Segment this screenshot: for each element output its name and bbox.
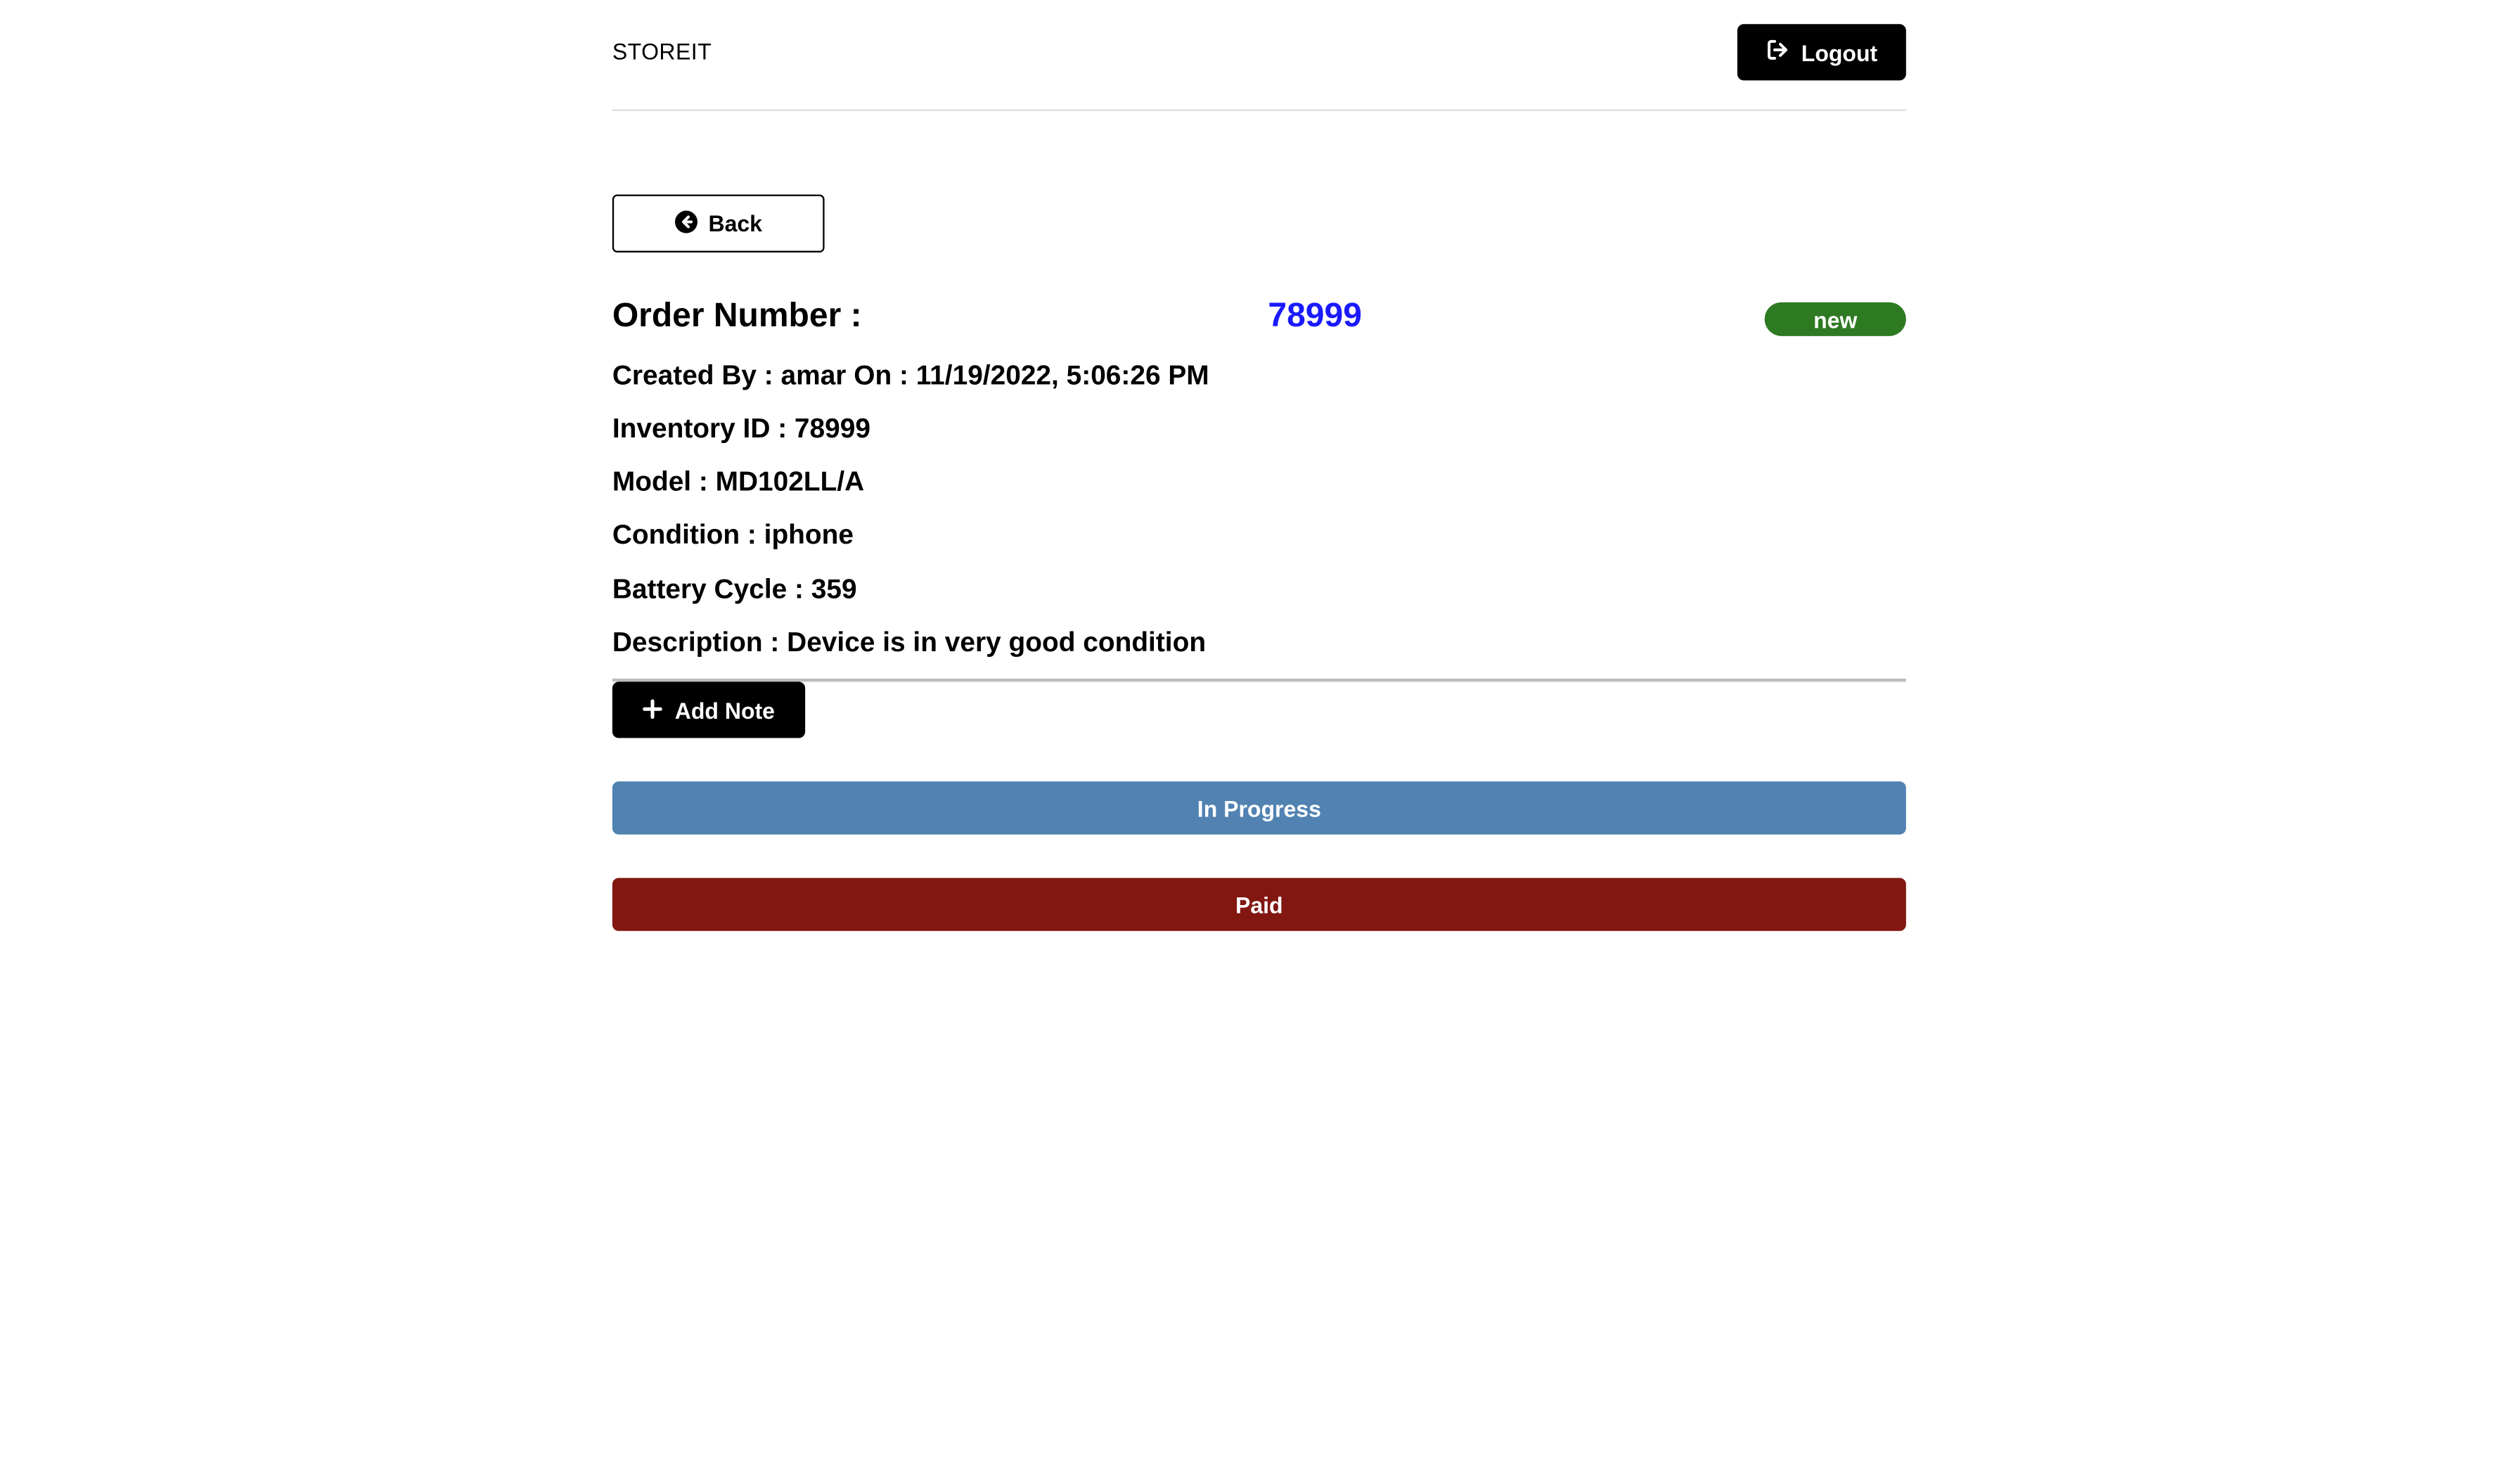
condition-line: Condition : iphone [612, 519, 854, 550]
order-number-value: 78999 [1268, 297, 1362, 335]
order-header: Order Number : 78999 new [612, 294, 1906, 342]
back-button[interactable]: Back [612, 194, 825, 252]
sign-out-icon [1766, 39, 1788, 66]
top-navbar: STOREIT Logout [612, 0, 1906, 111]
model-line: Model : MD102LL/A [612, 466, 865, 497]
created-by-line: Created By : amar On : 11/19/2022, 5:06:… [612, 360, 1209, 391]
status-badge: new [1764, 302, 1906, 336]
battery-cycle-line: Battery Cycle : 359 [612, 574, 857, 605]
add-note-label: Add Note [674, 697, 775, 723]
order-number-label: Order Number : [612, 297, 862, 335]
add-note-button[interactable]: Add Note [612, 681, 806, 738]
paid-button[interactable]: Paid [612, 878, 1906, 931]
page: STOREIT Logout Back Order Number: 78999… [0, 0, 2520, 1460]
inventory-id-line: Inventory ID : 78999 [612, 413, 870, 444]
logout-label: Logout [1801, 39, 1878, 65]
back-label: Back [708, 210, 762, 237]
arrow-circle-left-icon [674, 210, 698, 237]
logout-button[interactable]: Logout [1737, 24, 1906, 81]
plus-icon [642, 697, 662, 723]
brand-name[interactable]: STOREIT [612, 39, 712, 65]
description-line: Description : Device is in very good con… [612, 627, 1207, 658]
details-divider [612, 678, 1906, 682]
in-progress-button[interactable]: In Progress [612, 781, 1906, 835]
